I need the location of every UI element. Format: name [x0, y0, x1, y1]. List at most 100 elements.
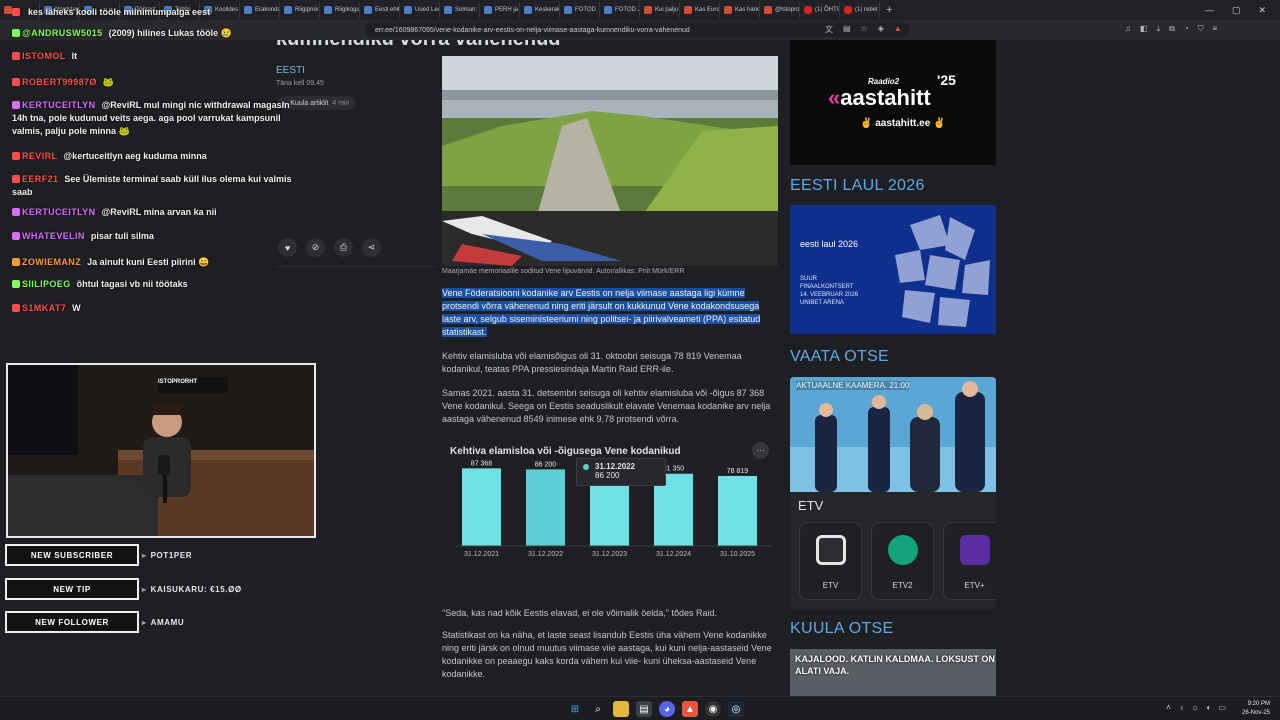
chart-x-tick-label: 31.12.2024: [656, 551, 691, 556]
chat-username[interactable]: REVIRL: [22, 151, 57, 161]
browser-tab[interactable]: @tstopro: [760, 2, 800, 18]
system-tray: ˄ ♁ ⌂ ◖ ▭: [1166, 703, 1226, 712]
channel-etv-plus[interactable]: ETV+: [943, 522, 996, 600]
chart-x-tick-label: 31.10.2025: [720, 551, 755, 556]
chat-username[interactable]: S1MKAT7: [22, 303, 66, 313]
search-icon[interactable]: ⌕: [590, 701, 606, 717]
chart-bar[interactable]: [462, 468, 501, 546]
banner-name: «aastahitt: [828, 85, 931, 110]
browser-tab[interactable]: Eesti ehit: [360, 2, 400, 18]
tab-favicon-icon: [364, 6, 372, 14]
bookmark-icon[interactable]: ☆: [861, 24, 868, 35]
alert-tip-value: ▸ KAISUKARU: €15.ØØ: [142, 585, 242, 594]
browser-tab[interactable]: FOTOD: [560, 2, 600, 18]
alert-follower-value: ▸ AMAMU: [142, 618, 184, 627]
chart-bar[interactable]: [590, 475, 629, 546]
chat-username[interactable]: @ANDRUSW5015: [22, 28, 103, 38]
vaata-otse-heading[interactable]: VAATA OTSE: [790, 348, 889, 366]
start-icon[interactable]: ⊞: [567, 701, 583, 717]
chat-badge-icon: [12, 258, 20, 266]
chart-x-tick-label: 31.12.2023: [592, 551, 627, 556]
browser-tab[interactable]: Riigikogu: [320, 2, 360, 18]
steam-icon[interactable]: ◎: [728, 701, 744, 717]
maximize-icon[interactable]: ▢: [1232, 5, 1241, 16]
chat-message: ROBERT99987Ø 🐸: [12, 76, 302, 89]
chat-username[interactable]: EERF21: [22, 174, 58, 184]
tray-chevron-icon[interactable]: ˄: [1166, 703, 1171, 712]
chat-username[interactable]: SIILIPOEG: [22, 279, 71, 289]
chat-badge-icon: [12, 280, 20, 288]
aastahitt-banner[interactable]: Raadio2 «aastahitt '25 ✌ aastahitt.ee ✌: [790, 40, 996, 165]
paragraph-3: "Seda, kas nad kõik Eestis elavad, ei ol…: [442, 608, 718, 618]
kuula-otse-heading[interactable]: KUULA OTSE: [790, 620, 893, 638]
article-photo: [442, 56, 778, 266]
browser-tab[interactable]: Kui palju: [640, 2, 680, 18]
menu-icon[interactable]: ≡: [1213, 24, 1218, 34]
new-tab-button[interactable]: +: [886, 4, 892, 16]
network-icon[interactable]: ⌂: [1193, 703, 1198, 712]
chart-plot: 87 36831.12.202186 20031.12.2022 31.12.20…: [456, 460, 772, 556]
minimize-icon[interactable]: —: [1205, 5, 1214, 15]
browser-tab[interactable]: Solman:: [440, 2, 480, 18]
clock-time: 9:20 PM: [1247, 701, 1270, 707]
obs-icon[interactable]: ◉: [705, 701, 721, 717]
browser-tab[interactable]: Kas harid: [720, 2, 760, 18]
clock[interactable]: 9:20 PM 26-Nov-25: [1242, 700, 1270, 718]
wallet-icon[interactable]: ◔: [1184, 24, 1189, 34]
eesti-laul-info: SUUR FINAALKONTSERT 14. VEEBRUAR 2026 UNIB…: [800, 275, 860, 307]
discord-icon[interactable]: ◕: [659, 701, 675, 717]
paragraph-4: Statistikast on ka näha, et laste seast …: [442, 630, 772, 679]
chat-username[interactable]: ZOWIEMANZ: [22, 257, 81, 267]
live-radio-card[interactable]: KAJALOOD. KATLIN KALDMAA. LOKSUST ON ALA…: [790, 649, 996, 696]
browser-tab[interactable]: PERH ja: [480, 2, 520, 18]
chat-username[interactable]: KERTUCEITLYN: [22, 207, 95, 217]
chart-tooltip: 31.12.2022 86 200: [576, 458, 666, 486]
eesti-laul-info-3: UNIBET ARENA: [800, 300, 844, 306]
live-tv-preview[interactable]: AKTUAALNE KAAMERA. 21:00: [790, 377, 996, 492]
eesti-laul-banner[interactable]: eesti laul 2026 SUUR FINAALKONTSERT 14. V…: [790, 205, 996, 334]
channel-etv[interactable]: ETV: [799, 522, 862, 600]
translate-icon[interactable]: 文: [825, 24, 833, 35]
bar-chart: Kehtiva elamisloa või -õigusega Vene kod…: [442, 436, 778, 556]
file-explorer-icon[interactable]: [613, 701, 629, 717]
battery-icon[interactable]: ▭: [1218, 703, 1226, 712]
terminal-icon[interactable]: ▤: [636, 701, 652, 717]
browser-tab[interactable]: Kas Euroo: [680, 2, 720, 18]
channel-etv2[interactable]: ETV2: [871, 522, 934, 600]
tab-favicon-icon: [404, 6, 412, 14]
print-icon[interactable]: ⎙: [334, 238, 353, 257]
close-icon[interactable]: ✕: [1258, 5, 1266, 16]
media-icon[interactable]: ♫: [1125, 24, 1131, 34]
chat-username[interactable]: ISTOMOL: [22, 51, 66, 61]
tab-favicon-icon: [844, 6, 852, 14]
browser-tab[interactable]: Uued Lec: [400, 2, 440, 18]
sidebar-icon[interactable]: ◧: [1140, 24, 1148, 34]
browser-tab[interactable]: (1) ÕHTU: [800, 2, 840, 18]
mic-icon[interactable]: ♁: [1179, 703, 1185, 712]
chart-bar[interactable]: [718, 475, 757, 546]
chat-username[interactable]: ROBERT99987Ø: [22, 77, 97, 87]
browser-tab[interactable]: (1) rebet: [840, 2, 880, 18]
chat-message: KERTUCEITLYN @ReviRL mina arvan ka nii: [12, 206, 302, 219]
share-icon[interactable]: ⋖: [362, 238, 381, 257]
extensions-icon[interactable]: ⧉: [1169, 24, 1175, 34]
browser-tab[interactable]: FOTOD J: [600, 2, 640, 18]
chat-badge-icon: [12, 29, 20, 37]
cam-logo: ISTOPRORHT: [158, 379, 198, 385]
link-icon[interactable]: ⊘: [306, 238, 325, 257]
etv-logo-icon: [816, 535, 846, 565]
vpn-icon[interactable]: ⛉: [1198, 24, 1204, 34]
browser-tab[interactable]: Keskerak: [520, 2, 560, 18]
chat-username[interactable]: KERTUCEITLYN: [22, 100, 95, 110]
arrow-icon: ▸: [142, 618, 147, 627]
chart-bar[interactable]: [526, 469, 565, 546]
rewards-icon[interactable]: ▲: [894, 24, 902, 35]
reader-icon[interactable]: ▤: [843, 24, 851, 35]
brave-shield-icon[interactable]: ◈: [878, 24, 884, 35]
chat-username[interactable]: WHATEVELIN: [22, 231, 85, 241]
paragraph-1: Kehtiv elamisluba või elamisõigus oli 31…: [442, 351, 742, 374]
volume-icon[interactable]: ◖: [1206, 703, 1211, 712]
brave-icon[interactable]: ▲: [682, 701, 698, 717]
downloads-icon[interactable]: ⤓: [1157, 24, 1161, 34]
eesti-laul-heading[interactable]: EESTI LAUL 2026: [790, 177, 925, 195]
